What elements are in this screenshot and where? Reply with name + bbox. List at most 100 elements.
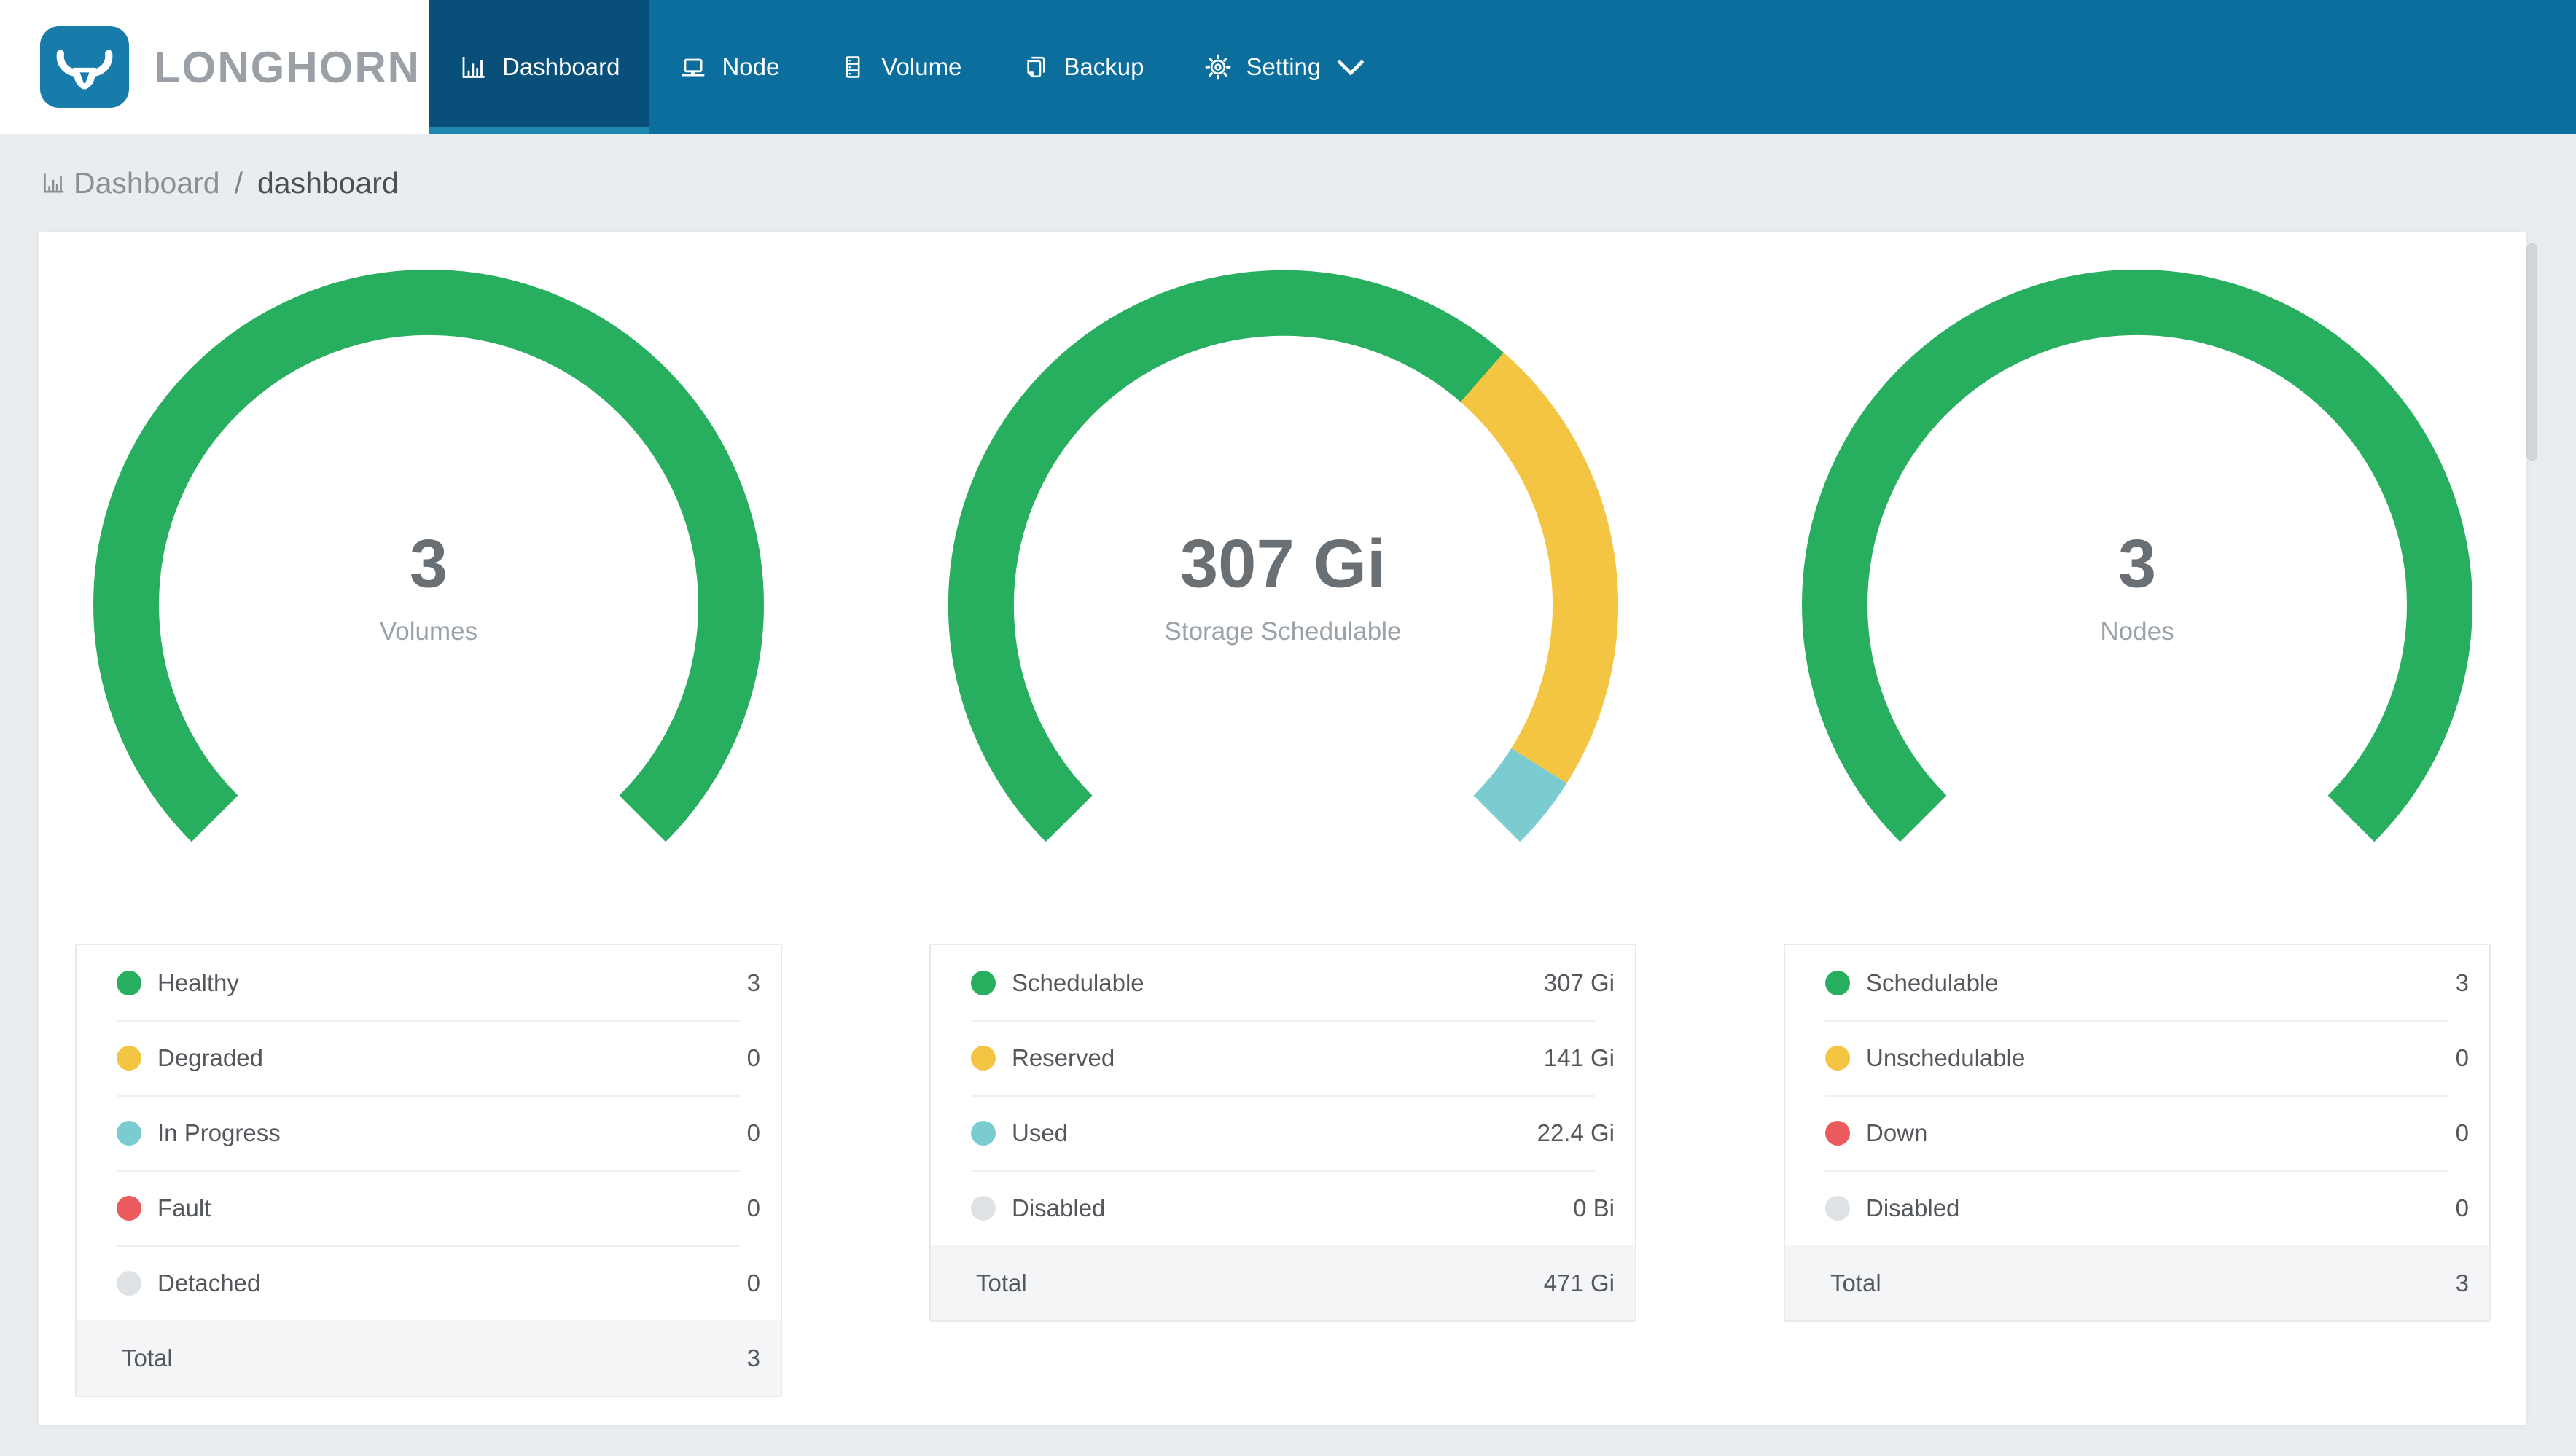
table-row: Healthy 3 xyxy=(77,945,781,1020)
status-dot xyxy=(117,1270,141,1296)
nav-item-label: Backup xyxy=(1063,53,1144,80)
storage-panel: 307 Gi Storage Schedulable Schedulable 3… xyxy=(929,268,1636,1389)
gear-icon xyxy=(1205,54,1230,80)
bar-chart-icon xyxy=(43,173,64,193)
row-value: 0 xyxy=(746,1194,760,1221)
table-row: Down 0 xyxy=(1785,1095,2489,1170)
row-label: Unschedulable xyxy=(1866,1044,2026,1071)
copy-file-icon xyxy=(1027,56,1045,78)
row-label: Down xyxy=(1866,1119,1928,1146)
table-total-row: Total 3 xyxy=(77,1320,781,1396)
total-label: Total xyxy=(122,1344,173,1371)
row-label: Schedulable xyxy=(1012,968,1144,996)
bar-chart-icon xyxy=(462,57,485,78)
table-row: Schedulable 307 Gi xyxy=(931,945,1635,1020)
row-value: 0 xyxy=(2455,1119,2469,1146)
status-dot xyxy=(1825,1045,1850,1071)
table-row: Disabled 0 xyxy=(1785,1170,2489,1245)
nav-item-label: Dashboard xyxy=(502,53,620,80)
nav-menu: Dashboard Node Volume Backup Setting xyxy=(429,0,2576,134)
row-label: In Progress xyxy=(157,1119,281,1146)
volumes-gauge: 3 Volumes xyxy=(93,270,764,853)
status-dot xyxy=(117,1045,141,1071)
nodes-gauge: 3 Nodes xyxy=(1802,270,2472,853)
vertical-scrollbar-thumb[interactable] xyxy=(2526,243,2537,461)
row-label: Disabled xyxy=(1866,1194,1960,1221)
row-value: 3 xyxy=(746,968,760,996)
status-dot xyxy=(971,970,996,995)
status-dot xyxy=(1825,970,1850,995)
row-value: 0 xyxy=(746,1044,760,1071)
dashboard-card: 3 Volumes Healthy 3 Degraded 0 In Progre… xyxy=(39,232,2526,1425)
status-dot xyxy=(117,970,141,995)
status-dot xyxy=(971,1120,996,1146)
total-value: 3 xyxy=(2455,1269,2469,1296)
brand-name: LONGHORN xyxy=(154,42,421,92)
nav-item-volume[interactable]: Volume xyxy=(808,0,991,134)
row-value: 3 xyxy=(2455,968,2469,996)
nodes-count: 3 xyxy=(2118,525,2157,602)
row-label: Disabled xyxy=(1012,1194,1106,1221)
total-value: 471 Gi xyxy=(1543,1269,1615,1296)
row-label: Reserved xyxy=(1012,1044,1115,1071)
status-dot xyxy=(971,1195,996,1221)
table-row: Unschedulable 0 xyxy=(1785,1020,2489,1095)
volumes-count: 3 xyxy=(409,525,448,602)
status-dot xyxy=(117,1195,141,1221)
nav-item-backup[interactable]: Backup xyxy=(991,0,1173,134)
total-value: 3 xyxy=(746,1344,760,1371)
breadcrumb-separator: / xyxy=(234,165,243,200)
brand-link[interactable]: LONGHORN xyxy=(0,0,429,134)
table-row: Disabled 0 Bi xyxy=(931,1170,1635,1245)
table-row: Reserved 141 Gi xyxy=(931,1020,1635,1095)
nav-item-label: Node xyxy=(722,53,780,80)
nodes-label: Nodes xyxy=(2100,617,2174,646)
volumes-panel: 3 Volumes Healthy 3 Degraded 0 In Progre… xyxy=(75,268,782,1397)
chevron-down-icon xyxy=(1337,59,1365,76)
nav-item-label: Setting xyxy=(1246,53,1322,80)
table-row: Schedulable 3 xyxy=(1785,945,2489,1020)
row-label: Schedulable xyxy=(1866,968,1999,996)
nav-item-dashboard[interactable]: Dashboard xyxy=(429,0,649,134)
row-value: 0 xyxy=(2455,1194,2469,1221)
top-navigation: LONGHORN Dashboard Node Volume Backup Se… xyxy=(0,0,2576,134)
storage-schedulable-label: Storage Schedulable xyxy=(1164,617,1402,646)
table-total-row: Total 3 xyxy=(1785,1245,2489,1320)
table-row: Detached 0 xyxy=(77,1245,781,1320)
volumes-label: Volumes xyxy=(379,617,478,646)
row-label: Used xyxy=(1012,1119,1069,1146)
nodes-panel: 3 Nodes Schedulable 3 Unschedulable 0 Do… xyxy=(1784,268,2491,1389)
table-row: In Progress 0 xyxy=(77,1095,781,1170)
storage-gauge: 307 Gi Storage Schedulable xyxy=(948,270,1618,853)
row-value: 0 xyxy=(2455,1044,2469,1071)
row-value: 22.4 Gi xyxy=(1537,1119,1615,1146)
row-label: Fault xyxy=(157,1194,211,1221)
laptop-icon xyxy=(682,58,705,77)
status-dot xyxy=(971,1045,996,1071)
total-label: Total xyxy=(1830,1269,1881,1296)
row-label: Degraded xyxy=(157,1044,263,1071)
breadcrumb-page: dashboard xyxy=(257,165,399,200)
table-total-row: Total 471 Gi xyxy=(931,1245,1635,1320)
row-label: Detached xyxy=(157,1269,261,1296)
nodes-legend-table: Schedulable 3 Unschedulable 0 Down 0 Dis… xyxy=(1784,944,2491,1322)
breadcrumb-section[interactable]: Dashboard xyxy=(74,166,220,200)
breadcrumb: Dashboard / dashboard xyxy=(0,134,2576,232)
row-value: 0 xyxy=(746,1119,760,1146)
nav-item-setting[interactable]: Setting xyxy=(1174,0,1396,134)
row-value: 307 Gi xyxy=(1543,968,1615,996)
longhorn-logo xyxy=(40,26,129,108)
table-row: Degraded 0 xyxy=(77,1020,781,1095)
status-dot xyxy=(117,1120,141,1146)
row-value: 0 Bi xyxy=(1573,1194,1615,1221)
row-value: 141 Gi xyxy=(1543,1044,1615,1071)
total-label: Total xyxy=(976,1269,1027,1296)
status-dot xyxy=(1825,1120,1850,1146)
table-row: Fault 0 xyxy=(77,1170,781,1245)
bull-icon xyxy=(56,50,113,90)
status-dot xyxy=(1825,1195,1850,1221)
table-row: Used 22.4 Gi xyxy=(931,1095,1635,1170)
storage-schedulable-value: 307 Gi xyxy=(1179,525,1386,602)
nav-item-node[interactable]: Node xyxy=(649,0,808,134)
storage-legend-table: Schedulable 307 Gi Reserved 141 Gi Used … xyxy=(929,944,1636,1322)
